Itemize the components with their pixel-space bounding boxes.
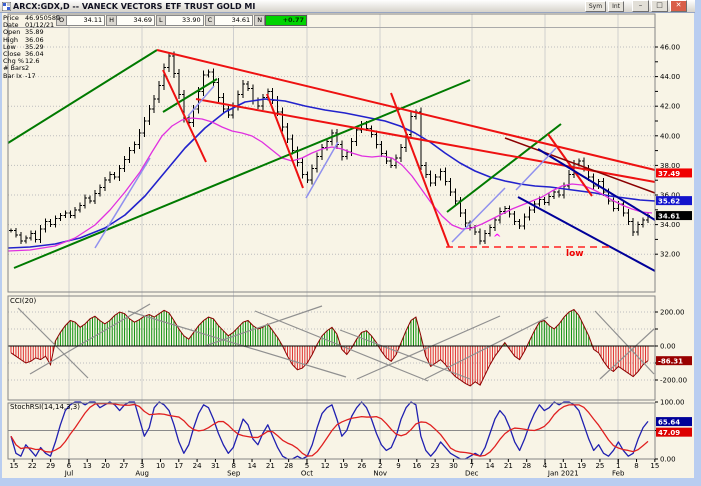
svg-text:Nov: Nov (373, 470, 387, 478)
svg-text:46.00: 46.00 (660, 44, 680, 52)
svg-text:10: 10 (156, 462, 165, 470)
svg-text:low: low (566, 249, 584, 259)
close-label: C (205, 15, 216, 26)
svg-text:30: 30 (449, 462, 458, 470)
svg-text:35.62: 35.62 (658, 198, 680, 206)
close-value: 34.61 (215, 15, 253, 26)
svg-text:Oct: Oct (301, 470, 313, 478)
svg-text:13: 13 (83, 462, 92, 470)
svg-text:0.00: 0.00 (660, 456, 676, 464)
svg-text:22: 22 (28, 462, 37, 470)
svg-text:34.61: 34.61 (658, 213, 680, 221)
svg-text:27: 27 (119, 462, 128, 470)
stoch-label: StochRSI(14,14,3,3) (10, 403, 80, 411)
svg-text:26: 26 (357, 462, 366, 470)
svg-text:Sep: Sep (227, 470, 241, 478)
svg-text:21: 21 (504, 462, 513, 470)
svg-text:Aug: Aug (135, 470, 149, 478)
close-button[interactable]: ✕ (670, 0, 687, 12)
svg-text:19: 19 (339, 462, 348, 470)
high-value: 34.69 (117, 15, 155, 26)
svg-text:14: 14 (248, 462, 257, 470)
svg-text:24: 24 (193, 462, 202, 470)
app-icon (2, 2, 11, 11)
svg-text:31: 31 (211, 462, 220, 470)
svg-text:-200.00: -200.00 (660, 377, 687, 385)
maximize-button[interactable]: □ (651, 0, 668, 12)
minimize-button[interactable]: – (632, 0, 649, 12)
svg-text:8: 8 (634, 462, 638, 470)
svg-text:65.64: 65.64 (658, 419, 680, 427)
svg-text:32.00: 32.00 (660, 251, 680, 259)
svg-text:23: 23 (431, 462, 440, 470)
open-value: 34.11 (67, 15, 105, 26)
data-window: Price46.950589 Date01/12/21 Open35.89 Hi… (3, 15, 60, 80)
titlebar: ARCX:GDX,D -- VANECK VECTORS ETF TRUST G… (0, 0, 695, 13)
cci-badges: -86.31 (656, 356, 692, 366)
svg-text:37.49: 37.49 (658, 170, 680, 178)
svg-text:100.00: 100.00 (660, 399, 685, 407)
low-label: L (156, 15, 166, 26)
svg-text:CCI(20): CCI(20) (10, 297, 36, 305)
svg-text:20: 20 (101, 462, 110, 470)
svg-text:-86.31: -86.31 (658, 358, 683, 366)
svg-text:14: 14 (486, 462, 495, 470)
svg-text:21: 21 (266, 462, 275, 470)
svg-text:28: 28 (284, 462, 293, 470)
svg-text:25: 25 (595, 462, 604, 470)
net-change-value: +0.77 (265, 15, 307, 26)
svg-text:15: 15 (10, 462, 19, 470)
svg-text:200.00: 200.00 (660, 309, 685, 317)
net-label: N (254, 15, 265, 26)
svg-text:28: 28 (522, 462, 531, 470)
chart-area[interactable]: low ^ CCI(20) StochRSI(14,14,3,3) 46.00 44.00… (0, 0, 701, 482)
svg-text:42.00: 42.00 (660, 103, 680, 111)
cci-label: CCI(20) (10, 297, 36, 305)
high-label: H (106, 15, 117, 26)
svg-text:Dec: Dec (465, 470, 479, 478)
svg-text:16: 16 (412, 462, 421, 470)
svg-text:Jan 2021: Jan 2021 (547, 470, 579, 478)
svg-text:47.09: 47.09 (658, 429, 680, 437)
application-window: { "window": { "title": "ARCX:GDX,D -- VA… (0, 0, 701, 482)
svg-text:29: 29 (46, 462, 55, 470)
int-button[interactable]: Int (608, 1, 624, 12)
svg-text:15: 15 (650, 462, 659, 470)
window-title: ARCX:GDX,D -- VANECK VECTORS ETF TRUST G… (13, 2, 583, 11)
svg-text:0.00: 0.00 (660, 343, 676, 351)
ohlc-readout: O 34.11 H 34.69 L 33.90 C 34.61 N +0.77 (56, 15, 307, 26)
svg-text:Jul: Jul (64, 470, 74, 478)
low-value: 33.90 (166, 15, 204, 26)
sym-button[interactable]: Sym (585, 1, 606, 12)
svg-text:34.00: 34.00 (660, 221, 680, 229)
svg-text:9: 9 (396, 462, 400, 470)
svg-text:StochRSI(14,14,3,3): StochRSI(14,14,3,3) (10, 403, 80, 411)
svg-text:12: 12 (321, 462, 330, 470)
chart-svg: low ^ CCI(20) StochRSI(14,14,3,3) 46.00 44.00… (0, 0, 701, 482)
data-row: Bar Ix-17 (3, 73, 60, 80)
svg-text:Feb: Feb (612, 470, 625, 478)
svg-text:^: ^ (493, 233, 501, 244)
svg-text:40.00: 40.00 (660, 132, 680, 140)
svg-text:44.00: 44.00 (660, 73, 680, 81)
svg-text:17: 17 (174, 462, 183, 470)
